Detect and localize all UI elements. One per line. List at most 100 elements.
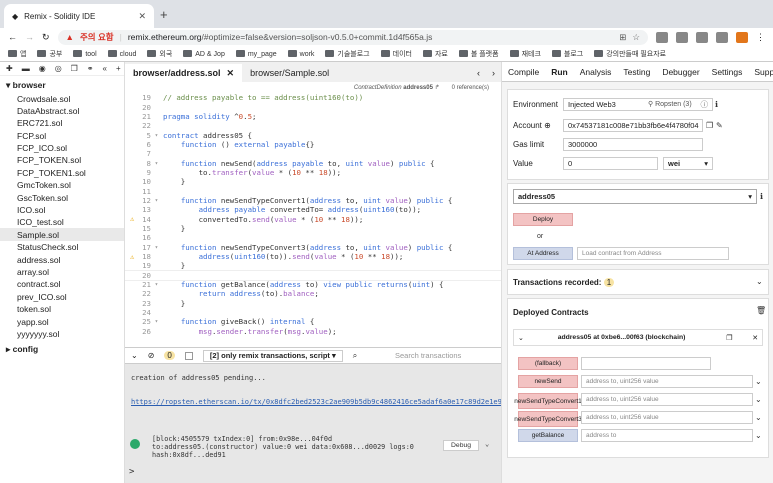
add-tab-icon[interactable]: + xyxy=(116,64,121,73)
folder-browser[interactable]: ▾ browser xyxy=(0,76,124,92)
forward-icon[interactable]: → xyxy=(25,32,34,42)
code-line[interactable]: 5 ▾ contract address05 { xyxy=(125,130,501,140)
contract-select[interactable]: address05 ▾ xyxy=(513,189,757,204)
bookmark-item[interactable]: 재테크 xyxy=(509,49,541,59)
code-line[interactable]: 19 } xyxy=(125,261,501,270)
etherscan-link[interactable]: https://ropsten.etherscan.io/tx/0x8dfc2b… xyxy=(131,398,544,407)
tab-settings[interactable]: Settings xyxy=(706,67,749,77)
link-icon[interactable]: ⚭ xyxy=(87,64,94,73)
function-button[interactable]: (fallback) xyxy=(518,357,578,370)
code-line[interactable]: 22 xyxy=(125,121,501,130)
code-line[interactable]: 24 xyxy=(125,308,501,317)
file-item[interactable]: FCP_TOKEN.sol xyxy=(0,154,124,166)
file-item[interactable]: ICO_test.sol xyxy=(0,216,124,228)
tx-filter-select[interactable]: [2] only remix transactions, script ▾ xyxy=(202,349,343,362)
code-line[interactable]: ⚠ 18 address(uint160(to)).send(value * (1… xyxy=(125,252,501,261)
tab-run[interactable]: Run xyxy=(545,67,574,77)
tab-testing[interactable]: Testing xyxy=(617,67,656,77)
chevron-left-icon[interactable]: ‹ xyxy=(471,68,486,82)
fold-icon[interactable]: ▾ xyxy=(151,160,163,167)
transactions-recorded-section[interactable]: Transactions recorded: 1 ⌄ xyxy=(507,269,769,295)
chevron-down-icon[interactable]: ⌄ xyxy=(756,277,763,286)
copy-icon[interactable]: ❐ xyxy=(726,334,732,342)
bookmark-item[interactable]: work xyxy=(287,49,314,58)
code-line[interactable]: 11 xyxy=(125,186,501,196)
code-line[interactable]: 23 } xyxy=(125,299,501,308)
code-line[interactable]: 19 // address payable to == address(uint1… xyxy=(125,93,501,102)
browser-tab[interactable]: ◆ Remix - Solidity IDE ✕ xyxy=(4,4,154,28)
copy-account-icon[interactable]: ❐ xyxy=(706,121,713,130)
gist-icon[interactable]: ◎ xyxy=(55,64,62,73)
code-line[interactable]: 21 ▾ function getBalance(address to) vie… xyxy=(125,280,501,289)
tab-sample-sol[interactable]: browser/Sample.sol xyxy=(242,64,337,82)
at-address-button[interactable]: At Address xyxy=(513,247,573,260)
extension-icon[interactable] xyxy=(656,31,668,43)
code-line[interactable]: 25 ▾ function giveBack() internal { xyxy=(125,317,501,326)
new-tab-icon[interactable]: + xyxy=(160,7,168,22)
debug-button[interactable]: Debug xyxy=(443,440,480,451)
file-item[interactable]: token.sol xyxy=(0,303,124,315)
bookmark-item[interactable]: cloud xyxy=(107,49,136,58)
fold-icon[interactable]: ▾ xyxy=(151,244,163,251)
code-line[interactable]: 7 xyxy=(125,149,501,158)
close-tab-icon[interactable]: ✕ xyxy=(138,11,146,22)
url-bar[interactable]: ▲ 주의 요함 | remix.ethereum.org/#optimize=f… xyxy=(57,29,648,45)
collapse-icon[interactable]: « xyxy=(103,64,107,73)
code-line[interactable]: 17 ▾ function newSendTypeConvert3(addres… xyxy=(125,243,501,252)
file-item[interactable]: FCP.sol xyxy=(0,129,124,141)
file-item[interactable]: ICO.sol xyxy=(0,204,124,216)
chevron-down-icon[interactable]: ⌄ xyxy=(755,413,762,422)
code-line[interactable]: 20 xyxy=(125,269,501,281)
function-button[interactable]: getBalance xyxy=(518,429,578,442)
bookmark-item[interactable]: AD & Jop xyxy=(183,49,225,58)
code-line[interactable]: 26 msg.sender.transfer(msg.value); xyxy=(125,327,501,336)
code-line[interactable]: 16 xyxy=(125,233,501,242)
bookmark-item[interactable]: 강의만들때 필요자료 xyxy=(594,49,666,59)
fold-icon[interactable]: ▾ xyxy=(151,197,163,204)
new-file-icon[interactable]: ✚ xyxy=(6,64,13,73)
metamask-icon[interactable] xyxy=(736,31,748,43)
search-transactions-input[interactable]: Search transactions xyxy=(395,351,495,360)
file-item[interactable]: Crowdsale.sol xyxy=(0,92,124,104)
function-button[interactable]: newSend xyxy=(518,375,578,388)
warning-icon[interactable]: ⚠ xyxy=(130,253,134,261)
tab-analysis[interactable]: Analysis xyxy=(574,67,618,77)
expand-icon[interactable]: ⌄ xyxy=(485,440,489,448)
clear-icon[interactable]: ⊘ xyxy=(148,351,155,360)
file-item[interactable]: contract.sol xyxy=(0,278,124,290)
function-input[interactable]: address to xyxy=(581,429,753,442)
extension-icon[interactable] xyxy=(696,31,708,43)
file-item[interactable]: yyyyyyy.sol xyxy=(0,327,124,339)
extension-icon[interactable] xyxy=(676,31,688,43)
filter-checkbox[interactable] xyxy=(184,351,193,360)
bookmark-item[interactable]: 기술블로그 xyxy=(325,49,370,59)
code-line[interactable]: 15 } xyxy=(125,224,501,233)
tx-log-entry[interactable]: [block:4505579 txIndex:0] from:0x98e...0… xyxy=(125,430,501,460)
edit-icon[interactable]: ✎ xyxy=(716,121,723,130)
close-icon[interactable]: ✕ xyxy=(227,68,235,79)
copy-icon[interactable]: ❐ xyxy=(71,64,78,73)
code-editor[interactable]: 19 // address payable to == address(uint1… xyxy=(125,93,501,347)
bookmark-item[interactable]: 외국 xyxy=(147,49,172,59)
chevron-down-icon[interactable]: ⌄ xyxy=(755,395,762,404)
account-select[interactable]: 0x74537181c008e71bb3fb6e4f4780f04 xyxy=(563,119,703,132)
trash-icon[interactable]: 🗑 xyxy=(756,306,766,315)
terminal-prompt[interactable]: > xyxy=(129,467,134,477)
plus-icon[interactable]: ⊕ xyxy=(544,121,551,130)
code-line[interactable]: 6 function () external payable{} xyxy=(125,140,501,149)
fold-icon[interactable]: ▾ xyxy=(151,318,163,325)
folder-config[interactable]: ▸ config xyxy=(0,340,124,356)
function-input[interactable]: address to, uint256 value xyxy=(581,411,753,424)
warning-icon[interactable]: ⚠ xyxy=(130,215,134,223)
code-line[interactable]: 13 address payable convertedTo= address(… xyxy=(125,205,501,214)
file-item[interactable]: Sample.sol xyxy=(0,228,124,241)
unit-select[interactable]: wei ▾ xyxy=(663,157,713,170)
bookmark-item[interactable]: 앱 xyxy=(8,49,26,59)
function-input[interactable] xyxy=(581,357,711,370)
back-icon[interactable]: ← xyxy=(8,32,17,42)
tab-support[interactable]: Support xyxy=(748,67,773,77)
file-item[interactable]: array.sol xyxy=(0,265,124,277)
file-item[interactable]: GscToken.sol xyxy=(0,191,124,203)
bookmark-item[interactable]: 공부 xyxy=(37,49,62,59)
close-icon[interactable]: ✕ xyxy=(752,334,758,342)
